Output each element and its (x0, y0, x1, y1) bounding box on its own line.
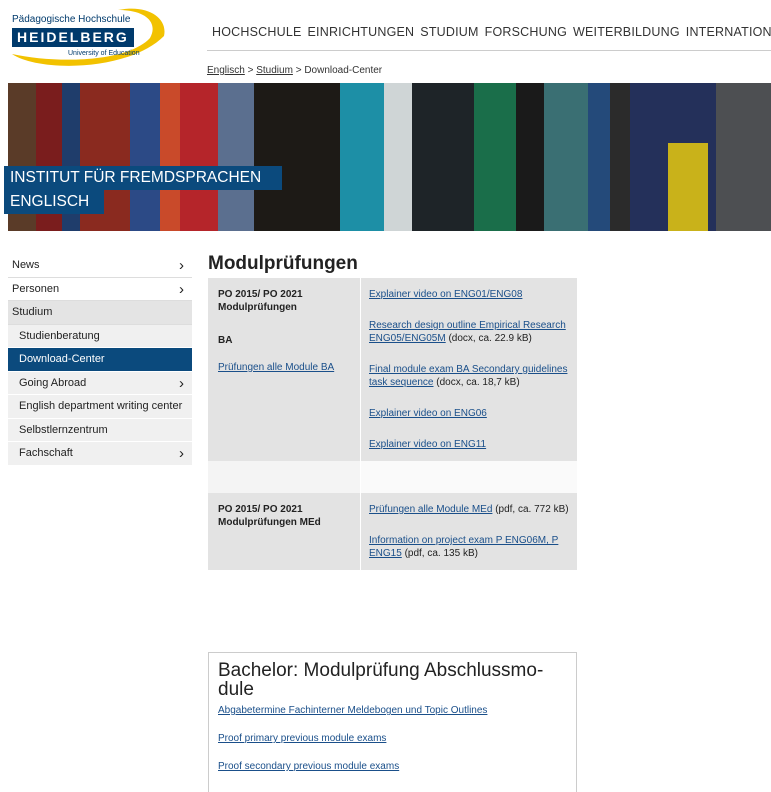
nav-weiterbildung[interactable]: WEITERBILDUNG (573, 25, 680, 39)
chevron-right-icon: › (179, 445, 184, 462)
institute-title-line2: ENGLISCH (4, 190, 104, 214)
institute-title-line1: INSTITUT FÜR FREMDSPRACHEN (4, 166, 282, 190)
top-navigation: HOCHSCHULE EINRICHTUNGEN STUDIUM FORSCHU… (212, 25, 771, 39)
ba-heading-po: PO 2015/ PO 2021 (218, 289, 303, 300)
sidebar-item-personen[interactable]: Personen › (8, 278, 192, 301)
list-item: Explainer video on ENG06 (369, 407, 569, 420)
institute-title: INSTITUT FÜR FREMDSPRACHEN ENGLISCH (4, 166, 282, 214)
sidebar-item-label: Going Abroad (19, 376, 87, 389)
breadcrumb: Englisch > Studium > Download-Center (207, 65, 382, 76)
link-proof-primary[interactable]: Proof primary previous module exams (218, 733, 567, 744)
nav-hochschule[interactable]: HOCHSCHULE (212, 25, 302, 39)
university-logo[interactable]: Pädagogische Hochschule HEIDELBERG Unive… (8, 6, 168, 66)
link-pruefungen-alle-module-ba[interactable]: Prüfungen alle Module BA (218, 362, 334, 373)
file-info: (pdf, ca. 135 kB) (401, 548, 478, 559)
table-row-med: PO 2015/ PO 2021 Modulprüfungen MEd Prüf… (208, 493, 577, 570)
list-item: Explainer video on ENG01/ENG08 (369, 288, 569, 301)
sidebar-item-label: Studienberatung (19, 329, 100, 342)
list-item: Explainer video on ENG11 (369, 438, 569, 451)
ba-heading-modul: Modulprüfungen (218, 302, 297, 313)
chevron-right-icon: › (179, 280, 184, 298)
sidebar-item-going-abroad[interactable]: Going Abroad › (8, 371, 192, 395)
breadcrumb-separator: > (295, 65, 302, 76)
file-info: (docx, ca. 22.9 kB) (445, 333, 532, 344)
nav-studium[interactable]: STUDIUM (420, 25, 478, 39)
link-explainer-eng01-eng08[interactable]: Explainer video on ENG01/ENG08 (369, 289, 522, 300)
nav-international[interactable]: INTERNATIONAL (686, 25, 771, 39)
list-item: Information on project exam P ENG06M, P … (369, 534, 569, 560)
sidebar-nav: News › Personen › Studium Studienberatun… (8, 254, 192, 466)
sidebar-item-label: Download-Center (19, 353, 105, 365)
med-heading-modul: Modulprüfungen MEd (218, 517, 321, 528)
page-title: Modulprüfungen (208, 253, 358, 274)
bachelor-exam-box: Bachelor: Modulprüfung Abschlussmo-dule … (208, 652, 577, 792)
sidebar-item-download-center[interactable]: Download-Center (8, 348, 192, 372)
bachelor-box-title: Bachelor: Modulprüfung Abschlussmo-dule (218, 660, 544, 700)
link-proof-secondary[interactable]: Proof secondary previous module exams (218, 761, 567, 772)
sidebar-item-studienberatung[interactable]: Studienberatung (8, 324, 192, 348)
sidebar-item-label: Selbstlernzentrum (19, 423, 108, 436)
chevron-right-icon: › (179, 257, 184, 274)
sidebar-item-news[interactable]: News › (8, 254, 192, 278)
empty-cell (208, 461, 361, 493)
breadcrumb-current: Download-Center (304, 65, 383, 76)
link-explainer-eng11[interactable]: Explainer video on ENG11 (369, 439, 486, 450)
sidebar-item-fachschaft[interactable]: Fachschaft › (8, 442, 192, 466)
med-links-cell: Prüfungen alle Module MEd (pdf, ca. 772 … (361, 493, 577, 570)
nav-forschung[interactable]: FORSCHUNG (485, 25, 567, 39)
ba-label-cell: PO 2015/ PO 2021 Modulprüfungen BA Prüfu… (208, 278, 361, 461)
link-pruefungen-alle-module-med[interactable]: Prüfungen alle Module MEd (369, 504, 492, 515)
sidebar-item-label: News (12, 259, 40, 271)
modulpruefungen-table: PO 2015/ PO 2021 Modulprüfungen BA Prüfu… (208, 278, 577, 570)
ba-links-cell: Explainer video on ENG01/ENG08 Research … (361, 278, 577, 461)
sidebar-item-label: English department writing center (19, 400, 183, 412)
logo-top-text: Pädagogische Hochschule (12, 14, 131, 25)
file-info: (pdf, ca. 772 kB) (492, 504, 569, 515)
logo-main-text: HEIDELBERG (12, 28, 134, 47)
list-item: Final module exam BA Secondary guideline… (369, 363, 569, 389)
table-row-empty (208, 461, 577, 493)
file-info: (docx, ca. 18,7 kB) (433, 377, 520, 388)
ba-label: BA (218, 335, 233, 346)
empty-cell (361, 461, 577, 493)
link-abgabetermine[interactable]: Abgabetermine Fachinterner Meldebogen un… (218, 705, 567, 716)
sidebar-item-label: Studium (12, 306, 53, 318)
breadcrumb-separator: > (247, 65, 254, 76)
sidebar-item-label: Fachschaft (19, 447, 73, 459)
chevron-right-icon: › (179, 374, 184, 392)
nav-einrichtungen[interactable]: EINRICHTUNGEN (308, 25, 415, 39)
list-item: Prüfungen alle Module MEd (pdf, ca. 772 … (369, 503, 569, 516)
link-explainer-eng06[interactable]: Explainer video on ENG06 (369, 408, 487, 419)
sidebar-item-studium[interactable]: Studium (8, 301, 192, 325)
sidebar-item-label: Personen (12, 282, 60, 295)
breadcrumb-studium[interactable]: Studium (256, 65, 293, 76)
list-item: Research design outline Empirical Resear… (369, 319, 569, 345)
table-row-ba: PO 2015/ PO 2021 Modulprüfungen BA Prüfu… (208, 278, 577, 461)
breadcrumb-englisch[interactable]: Englisch (207, 65, 245, 76)
sidebar-item-writing-center[interactable]: English department writing center (8, 395, 192, 419)
site-header: Pädagogische Hochschule HEIDELBERG Unive… (0, 0, 771, 78)
med-label-cell: PO 2015/ PO 2021 Modulprüfungen MEd (208, 493, 361, 570)
med-heading-po: PO 2015/ PO 2021 (218, 504, 303, 515)
logo-sub-text: University of Education (68, 50, 140, 57)
sidebar-item-selbstlernzentrum[interactable]: Selbstlernzentrum (8, 418, 192, 442)
nav-divider (207, 50, 771, 51)
